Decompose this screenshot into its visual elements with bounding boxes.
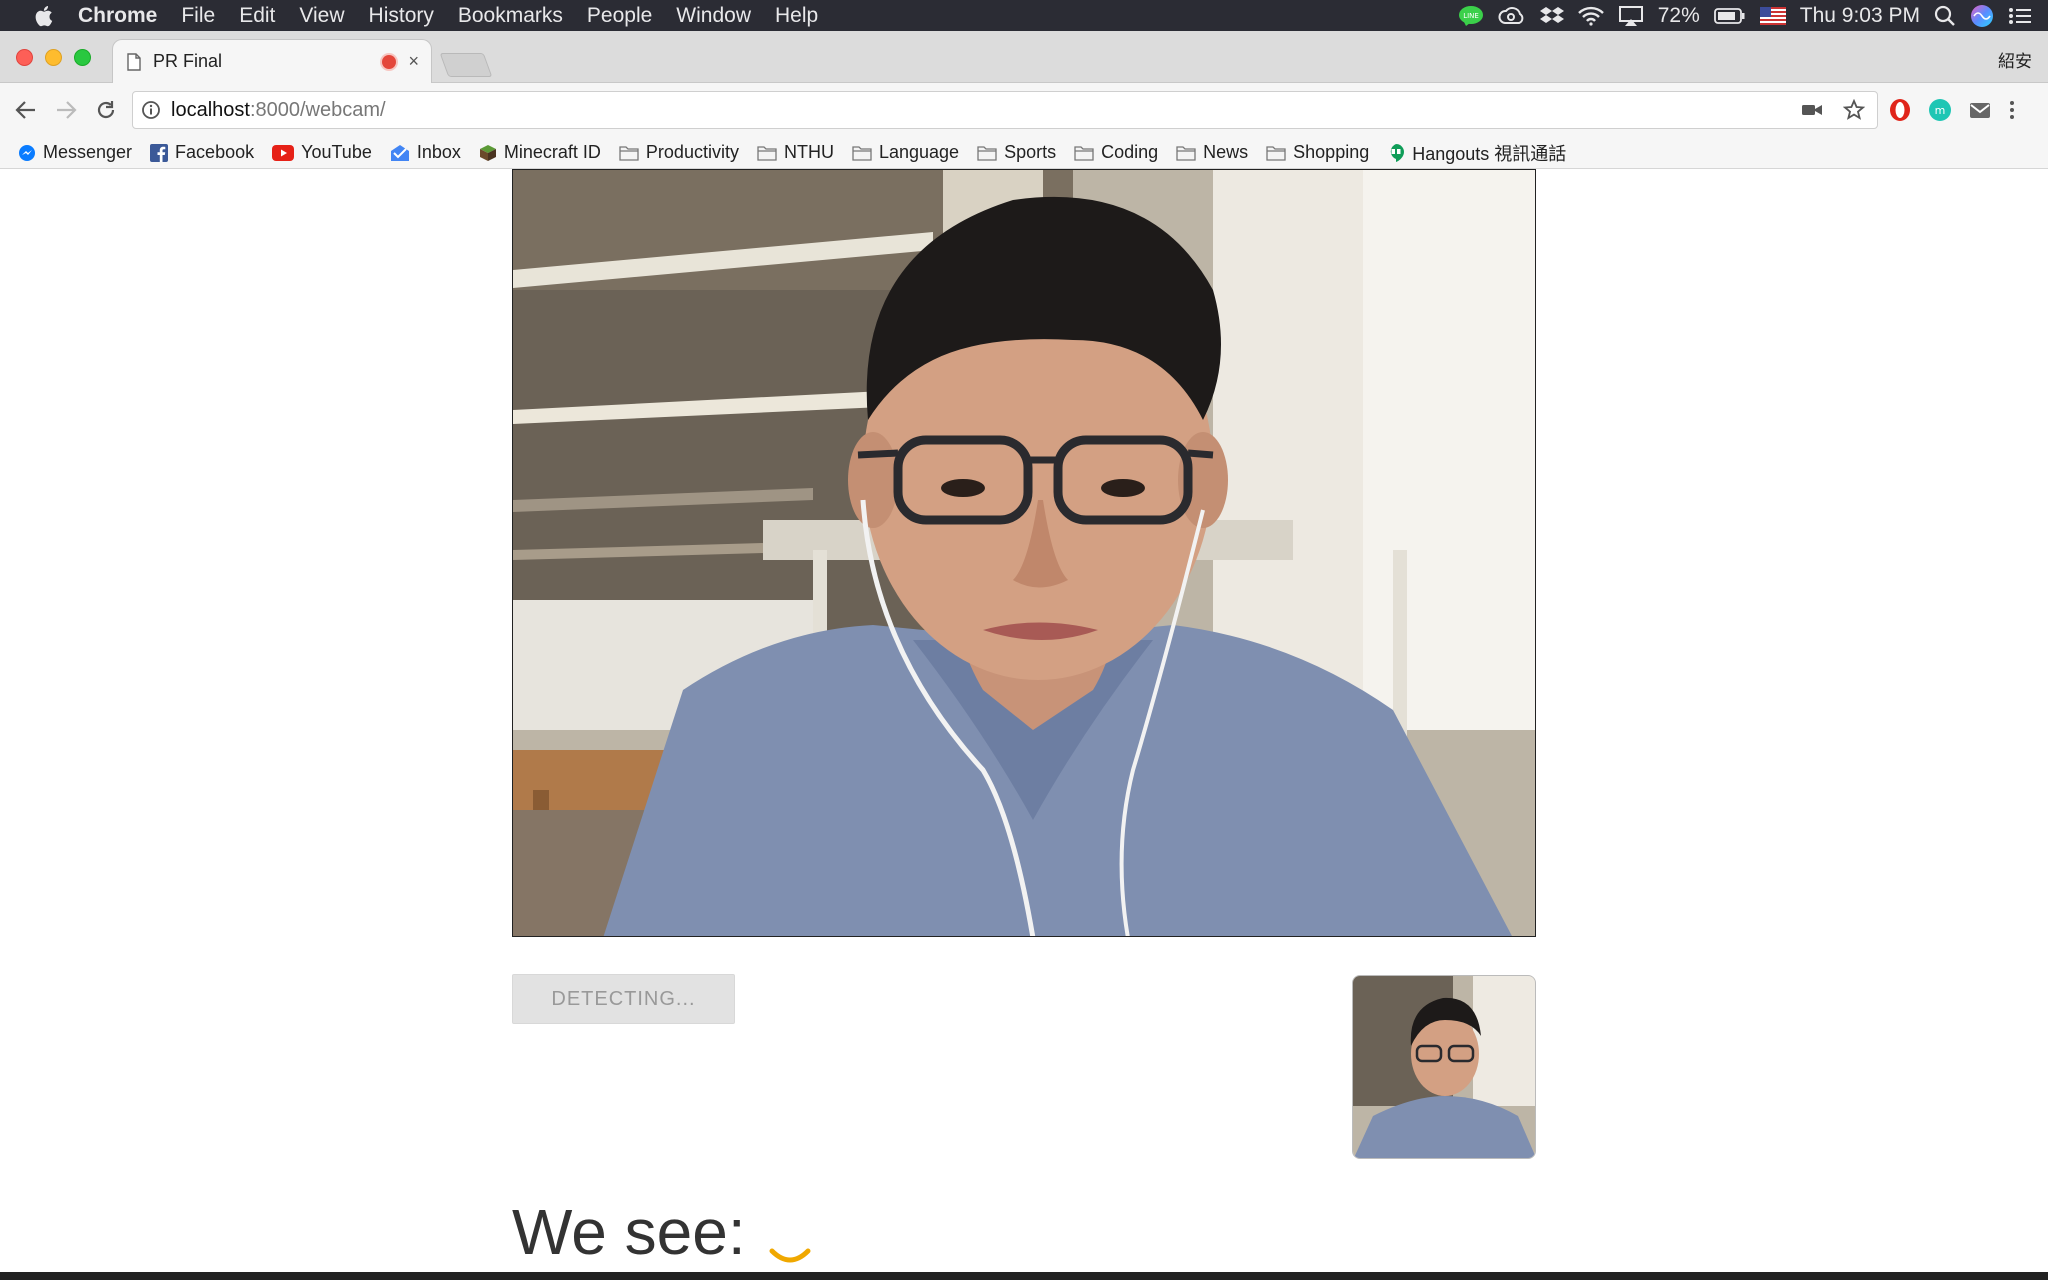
result-label: We see: [512,1196,746,1268]
menubar-clock[interactable]: Thu 9:03 PM [1800,4,1920,28]
menu-bookmarks[interactable]: Bookmarks [458,4,563,28]
close-window-button[interactable] [16,49,33,66]
bookmark-youtube[interactable]: YouTube [272,142,372,163]
bookmark-minecraft-id[interactable]: Minecraft ID [479,142,601,163]
new-tab-button[interactable] [439,53,493,77]
dropbox-icon[interactable] [1539,0,1564,31]
chrome-menu-icon[interactable] [2008,99,2016,121]
folder-icon [1176,145,1196,161]
bookmark-star-icon[interactable] [1843,99,1865,121]
menu-window[interactable]: Window [676,4,751,28]
folder-icon [619,145,639,161]
maximize-window-button[interactable] [74,49,91,66]
spotlight-search-icon[interactable] [1934,0,1956,31]
profile-name[interactable]: 紹安 [1998,47,2032,72]
creative-cloud-icon[interactable] [1498,0,1526,31]
status-area: LINE 72% Thu 9:03 PM [1458,0,2032,31]
address-bar[interactable]: localhost:8000/webcam/ [132,91,1878,129]
window-controls [16,49,91,66]
webcam-scene [513,170,1535,936]
camera-in-use-icon[interactable] [1801,102,1823,118]
reload-button[interactable] [86,90,126,130]
menu-view[interactable]: View [299,4,344,28]
folder-icon [1074,145,1094,161]
page-content: DETECTING... We see: [0,169,2048,1280]
result-line: We see: [512,1195,812,1269]
tab-close-button[interactable]: × [408,51,419,72]
extension-icons: m [1888,91,2016,129]
bookmark-folder-nthu[interactable]: NTHU [757,142,834,163]
back-button[interactable] [6,90,46,130]
inbox-icon [390,144,410,162]
mercury-extension-icon[interactable]: m [1928,98,1952,122]
wifi-icon[interactable] [1577,0,1604,31]
bookmark-folder-coding[interactable]: Coding [1074,142,1158,163]
url-path: :8000/webcam/ [249,98,386,121]
bookmark-folder-shopping[interactable]: Shopping [1266,142,1369,163]
notification-center-icon[interactable] [2008,0,2032,31]
url-host: localhost [171,98,250,121]
menu-people[interactable]: People [587,4,652,28]
svg-text:m: m [1935,104,1946,117]
captured-frame-thumbnail [1352,975,1536,1159]
recording-indicator-icon [382,54,397,69]
line-app-icon[interactable]: LINE [1458,0,1484,31]
bookmarks-bar: Messenger Facebook YouTube Inbox Minecra… [0,137,2048,169]
bookmark-folder-sports[interactable]: Sports [977,142,1056,163]
menu-history[interactable]: History [369,4,434,28]
youtube-icon [272,144,295,161]
battery-icon[interactable] [1713,0,1746,31]
window-bottom-edge [0,1272,2048,1280]
document-icon [127,52,141,71]
bookmark-folder-news[interactable]: News [1176,142,1248,163]
hangouts-icon [1387,143,1405,163]
mail-extension-icon[interactable] [1968,100,1992,120]
menu-help[interactable]: Help [775,4,818,28]
bookmark-inbox[interactable]: Inbox [390,142,461,163]
siri-icon[interactable] [1970,0,1994,31]
loading-spinner-icon [768,1210,812,1263]
us-flag-input-icon[interactable] [1759,0,1786,31]
battery-percent: 72% [1657,3,1700,27]
menu-file[interactable]: File [181,4,215,28]
folder-icon [977,145,997,161]
apple-menu-icon[interactable] [26,4,60,28]
opera-vpn-extension-icon[interactable] [1888,98,1912,122]
folder-icon [852,145,872,161]
folder-icon [757,145,777,161]
browser-toolbar: localhost:8000/webcam/ m [0,83,2048,137]
tab-title: PR Final [153,51,223,71]
tab-pr-final[interactable]: PR Final × [112,39,432,83]
bookmark-folder-language[interactable]: Language [852,142,959,163]
forward-button[interactable] [46,90,86,130]
menu-edit[interactable]: Edit [239,4,275,28]
detect-button[interactable]: DETECTING... [512,974,735,1024]
messenger-icon [18,144,36,162]
menu-chrome[interactable]: Chrome [78,4,157,28]
tab-strip: PR Final × 紹安 [0,31,2048,83]
minimize-window-button[interactable] [45,49,62,66]
minecraft-icon [479,144,497,162]
site-info-icon[interactable] [141,100,161,120]
omnibox-actions [1801,92,1865,128]
folder-icon [1266,145,1286,161]
bookmark-messenger[interactable]: Messenger [18,142,132,163]
bookmark-facebook[interactable]: Facebook [150,142,254,163]
facebook-icon [150,143,169,162]
macos-menu-bar: Chrome File Edit View History Bookmarks … [0,0,2048,31]
bookmark-hangouts[interactable]: Hangouts 視訊通話 [1387,140,1566,166]
webcam-video [512,169,1536,937]
svg-text:LINE: LINE [1463,12,1479,20]
bookmark-folder-productivity[interactable]: Productivity [619,142,739,163]
airplay-icon[interactable] [1618,0,1644,31]
